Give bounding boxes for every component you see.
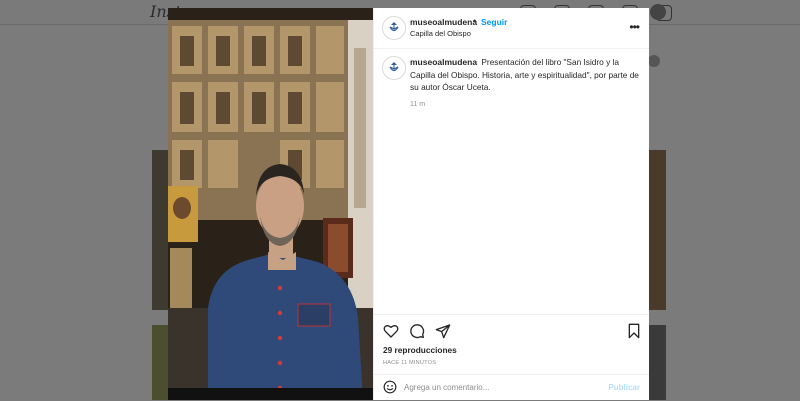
caption-username[interactable]: museoalmudena <box>410 57 477 67</box>
location-link[interactable]: Capilla del Obispo <box>410 29 471 38</box>
museum-logo-icon <box>389 22 399 32</box>
background-post-tile <box>648 150 666 310</box>
emoji-icon[interactable] <box>383 380 397 394</box>
post-video[interactable] <box>168 8 373 400</box>
share-icon[interactable] <box>435 323 451 339</box>
caption-text: museoalmudena Presentación del libro "Sa… <box>410 56 646 94</box>
post-timestamp: HACE 11 MINUTOS <box>383 360 437 366</box>
account-avatar[interactable] <box>382 16 406 40</box>
comment-icon[interactable] <box>409 323 425 339</box>
background-avatar <box>648 55 660 67</box>
comment-input[interactable] <box>404 379 594 395</box>
header-username[interactable]: museoalmudena <box>410 17 477 27</box>
separator-dot: • <box>473 16 477 26</box>
background-post-tile <box>648 325 666 400</box>
museum-logo-icon <box>389 62 399 72</box>
caption-time: 11 m <box>410 101 426 108</box>
post-actions: 29 reproducciones HACE 11 MINUTOS <box>374 314 649 371</box>
comment-bar: Publicar <box>374 374 649 401</box>
post-modal: museoalmudena • Seguir Capilla del Obisp… <box>168 8 649 400</box>
heart-icon[interactable] <box>383 323 399 339</box>
profile-avatar <box>650 4 666 20</box>
post-details-panel: museoalmudena • Seguir Capilla del Obisp… <box>373 8 649 400</box>
more-horizontal-icon[interactable]: ••• <box>629 20 640 34</box>
video-frame <box>168 8 373 400</box>
caption-avatar[interactable] <box>382 56 406 80</box>
follow-button[interactable]: Seguir <box>481 17 507 27</box>
post-header: museoalmudena • Seguir Capilla del Obisp… <box>374 8 649 49</box>
bookmark-icon[interactable] <box>626 323 642 339</box>
publish-button[interactable]: Publicar <box>608 383 640 392</box>
view-count[interactable]: 29 reproducciones <box>383 345 457 355</box>
